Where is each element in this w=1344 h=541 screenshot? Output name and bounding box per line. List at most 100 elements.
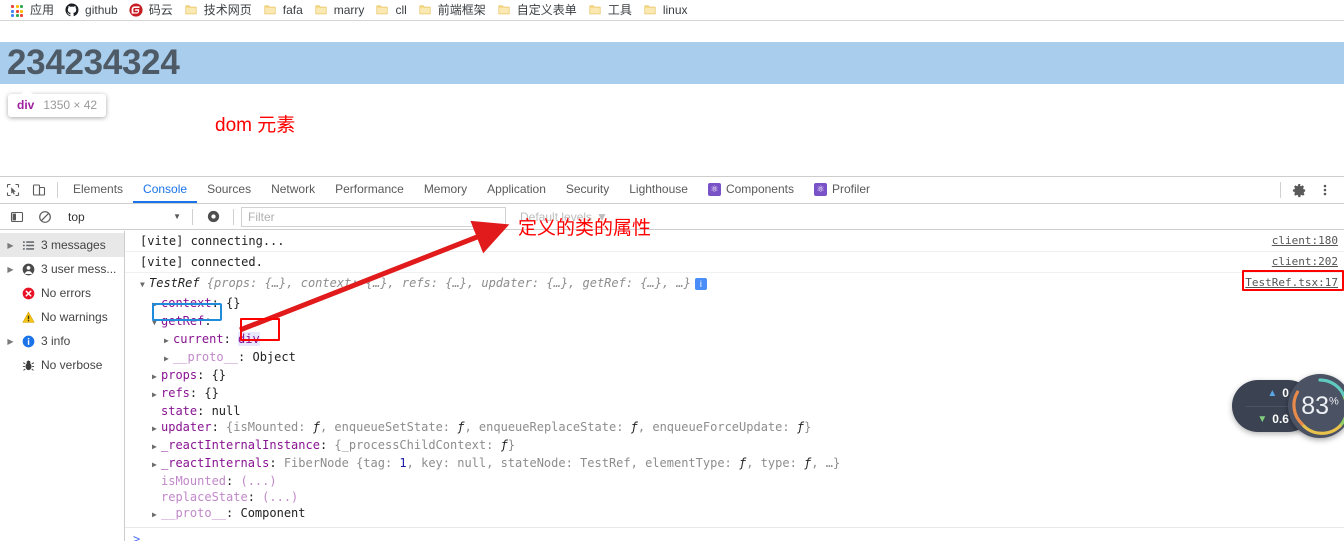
console-sidebar-label: No verbose [41, 358, 103, 372]
console-sidebar-item-4[interactable]: ▶No warnings [0, 305, 124, 329]
bookmark-item-8[interactable]: 前端框架 [414, 1, 493, 20]
console-filter-input[interactable] [241, 206, 506, 227]
object-property-row[interactable]: ▶ _reactInternals: FiberNode {tag: 1, key… [125, 455, 1344, 473]
console-message-text: [vite] connecting... [140, 234, 285, 248]
console-sidebar-item-1[interactable]: ▶ 3 messages [0, 233, 124, 257]
bookmark-item-7[interactable]: cll [371, 1, 413, 20]
tab-label: Performance [335, 182, 404, 196]
tab-lighthouse[interactable]: Lighthouse [619, 177, 698, 203]
console-prompt-caret: > [133, 532, 141, 541]
object-property-row[interactable]: ▶ context: {} [125, 295, 1344, 313]
disclosure-triangle-icon[interactable]: ▶ [152, 457, 161, 473]
execution-context-select[interactable]: top ▼ [60, 207, 185, 227]
disclosure-triangle-icon[interactable]: ▶ [152, 507, 161, 523]
disclosure-triangle-icon[interactable]: ▼ [152, 315, 161, 331]
object-property-value: {} [226, 296, 241, 310]
bookmark-item-4[interactable]: 技术网页 [180, 1, 259, 20]
tab-memory[interactable]: Memory [414, 177, 477, 203]
bookmark-item-3[interactable]: 码云 [125, 1, 180, 20]
react-extension-icon: ⚛ [707, 182, 721, 196]
chevron-right-icon[interactable]: ▶ [6, 265, 15, 274]
console-object-header[interactable]: ▼ TestRef {props: {…}, context: {…}, refs… [125, 273, 1344, 295]
tab-performance[interactable]: Performance [325, 177, 414, 203]
bookmark-item-9[interactable]: 自定义表单 [493, 1, 584, 20]
object-property-key: _reactInternalInstance [161, 438, 320, 452]
tab-sources[interactable]: Sources [197, 177, 261, 203]
toggle-console-sidebar-icon[interactable] [4, 204, 30, 230]
info-badge-icon[interactable]: i [694, 277, 707, 290]
tab-components[interactable]: ⚛ Components [698, 177, 804, 203]
object-property-value: div [238, 332, 260, 346]
object-property-row[interactable]: ▶ props: {} [125, 367, 1344, 385]
chevron-right-icon[interactable]: ▶ [6, 241, 15, 250]
tab-console[interactable]: Console [133, 177, 198, 203]
object-property-row[interactable]: ▼ getRef: [125, 313, 1344, 331]
console-message-1: [vite] connecting... client:180 [125, 231, 1344, 252]
bookmark-item-2[interactable]: github [61, 1, 125, 20]
bookmark-item-11[interactable]: linux [639, 1, 695, 20]
console-message-source[interactable]: client:202 [1272, 253, 1338, 271]
console-sidebar-item-6[interactable]: ▶No verbose [0, 353, 124, 377]
object-property-row[interactable]: ▶ __proto__: Component [125, 505, 1344, 523]
tab-application[interactable]: Application [477, 177, 556, 203]
disclosure-triangle-icon[interactable]: ▶ [164, 351, 173, 367]
console-message-list[interactable]: [vite] connecting... client:180 [vite] con… [125, 231, 1344, 541]
chevron-right-icon[interactable]: ▶ [6, 337, 15, 346]
console-message-source[interactable]: client:180 [1272, 232, 1338, 250]
tab-label: Elements [73, 182, 124, 196]
download-speed-value: 0.6 [1272, 412, 1289, 426]
gear-icon[interactable] [1286, 177, 1312, 203]
object-property-row[interactable]: ▶ current: div [125, 331, 1344, 349]
object-property-row[interactable]: ▶ refs: {} [125, 385, 1344, 403]
object-property-value: {_processChildContext: ƒ} [334, 438, 516, 452]
console-prompt[interactable]: > [125, 527, 1344, 541]
object-property-separator: : [247, 490, 263, 504]
disclosure-triangle-icon[interactable]: ▶ [152, 297, 161, 313]
bookmark-label: 技术网页 [203, 2, 252, 17]
react-extension-icon: ⚛ [814, 182, 827, 196]
disclosure-triangle-icon[interactable]: ▶ [152, 439, 161, 455]
inspect-element-icon[interactable] [0, 177, 26, 203]
clear-console-icon[interactable] [32, 204, 58, 230]
bookmark-item-1[interactable]: 应用 [6, 1, 61, 20]
device-toolbar-icon[interactable] [26, 177, 52, 203]
bookmark-item-10[interactable]: 工具 [584, 1, 639, 20]
object-property-separator: : [226, 506, 241, 520]
object-property-row[interactable]: isMounted: (...) [125, 473, 1344, 489]
disclosure-triangle-icon[interactable]: ▶ [152, 369, 161, 385]
bookmark-item-6[interactable]: marry [310, 1, 372, 20]
bookmark-item-5[interactable]: fafa [259, 1, 310, 20]
tooltip-dimensions: 1350 × 42 [43, 98, 98, 112]
tab-label: Lighthouse [629, 182, 688, 196]
toolbar-divider-right [1280, 182, 1281, 198]
more-options-icon[interactable] [1312, 177, 1338, 203]
object-property-separator: : [226, 474, 241, 488]
disclosure-triangle-icon[interactable]: ▶ [152, 421, 161, 437]
object-property-row[interactable]: ▶ _reactInternalInstance: {_processChildC… [125, 437, 1344, 455]
console-object-source[interactable]: TestRef.tsx:17 [1245, 274, 1338, 292]
console-sidebar-item-5[interactable]: ▶ 3 info [0, 329, 124, 353]
tab-security[interactable]: Security [556, 177, 619, 203]
live-expression-icon[interactable] [200, 204, 226, 230]
object-property-value: {} [204, 386, 219, 400]
tab-network[interactable]: Network [261, 177, 325, 203]
highlighted-div[interactable]: 234234324 [0, 42, 1344, 84]
filterbar-divider [192, 208, 193, 225]
console-sidebar-label: 3 info [41, 334, 71, 348]
upload-arrow-icon: ▲ [1267, 387, 1278, 399]
disclosure-triangle-icon[interactable]: ▶ [152, 387, 161, 403]
object-property-key: _reactInternals [161, 456, 270, 470]
console-sidebar-item-3[interactable]: ▶No errors [0, 281, 124, 305]
object-property-row[interactable]: ▶ updater: {isMounted: ƒ, enqueueSetState… [125, 419, 1344, 437]
object-property-row[interactable]: state: null [125, 403, 1344, 419]
chevron-down-icon[interactable]: ▼ [140, 276, 149, 294]
bookmark-label: github [85, 2, 118, 17]
tab-profiler[interactable]: ⚛ Profiler [804, 177, 880, 203]
console-sidebar-item-2[interactable]: ▶ 3 user mess... [0, 257, 124, 281]
object-property-row[interactable]: ▶ __proto__: Object [125, 349, 1344, 367]
object-property-row[interactable]: replaceState: (...) [125, 489, 1344, 505]
tab-label: Application [487, 182, 546, 196]
bookmark-label: linux [662, 2, 688, 17]
tab-elements[interactable]: Elements [63, 177, 133, 203]
disclosure-triangle-icon[interactable]: ▶ [164, 333, 173, 349]
